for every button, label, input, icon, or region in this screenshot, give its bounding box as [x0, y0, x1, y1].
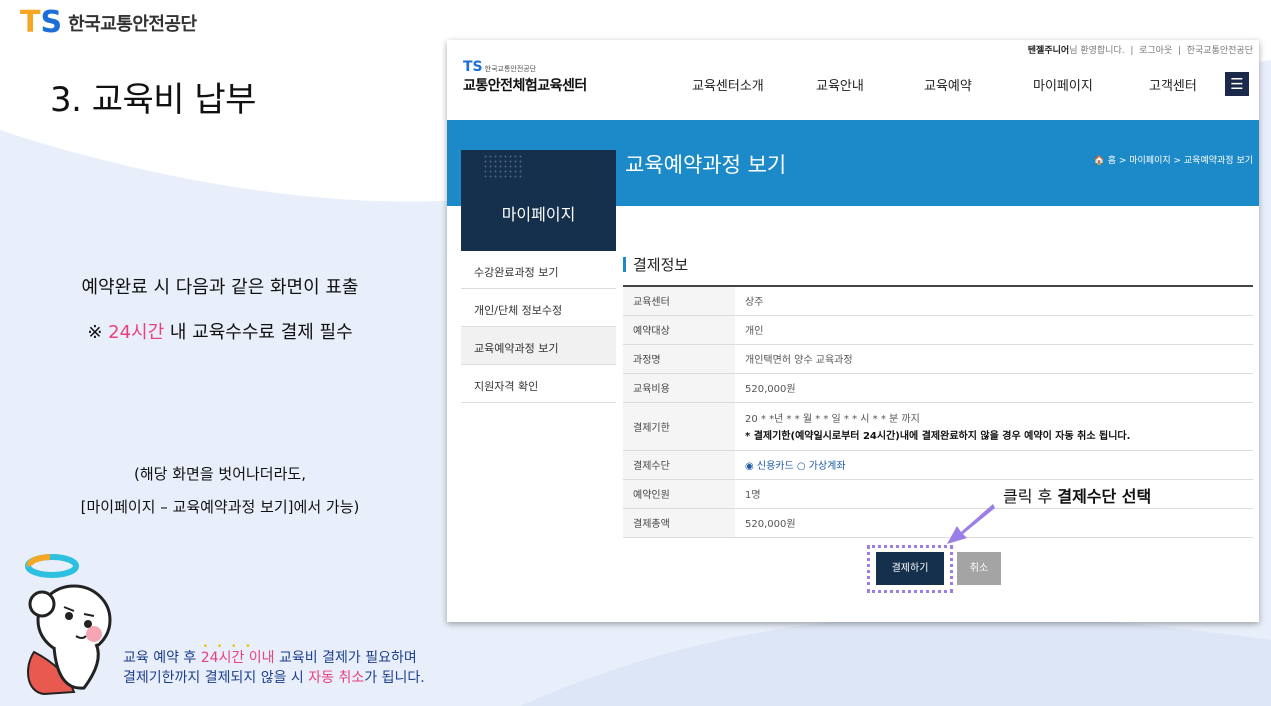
sidebar-title-text: 마이페이지: [501, 205, 576, 224]
ts-logo-icon: TS: [20, 8, 62, 38]
table-row: 결제수단 ◉ 신용카드 ○ 가상계좌: [623, 450, 1253, 480]
deadline-warning: * 결제기한(예약일시로부터 24시간)내에 결제완료하지 않을 경우 예약이 …: [745, 431, 1131, 442]
pointer-arrow-icon: [947, 504, 995, 544]
deadline-value: 20 * *년 * * 월 * * 일 * * 시 * * 분 까지: [745, 414, 920, 425]
sidebar-item-booked-courses[interactable]: 교육예약과정 보기: [461, 327, 616, 365]
site-logo-center: 교통안전체험교육센터: [463, 78, 587, 94]
page-title: 교육예약과정 보기: [625, 153, 787, 177]
util-divider: |: [1175, 46, 1184, 56]
sidebar-item-profile-edit[interactable]: 개인/단체 정보수정: [461, 289, 616, 327]
embedded-screenshot: 텐젤주니어님 환영합니다. | 로그아웃 | 한국교통안전공단 TS 한국교통안전…: [447, 40, 1259, 622]
table-row: 교육비용 520,000원: [623, 373, 1253, 403]
row-value: 520,000원: [735, 373, 1253, 403]
desc-suffix: 내 교육수수료 결제 필수: [164, 322, 353, 343]
brand-name: 한국교통안전공단: [68, 14, 197, 35]
footnote-highlight-24h: • • • • 24시간 이내: [201, 642, 275, 666]
footnote: 교육 예약 후 • • • • 24시간 이내 교육비 결제가 필요하며 결제기한…: [123, 642, 425, 688]
emphasis-dots: • • • •: [202, 642, 254, 652]
sidebar-item-eligibility[interactable]: 지원자격 확인: [461, 365, 616, 403]
row-value: 상주: [735, 286, 1253, 316]
table-row: 결제기한 20 * *년 * * 월 * * 일 * * 시 * * 분 까지 * …: [623, 402, 1253, 451]
table-row: 결제총액 520,000원: [623, 508, 1253, 538]
welcome-text: 님 환영합니다.: [1069, 46, 1125, 56]
footnote-text-f: 가 됩니다.: [364, 670, 425, 686]
section-title-text: 결제정보: [633, 256, 689, 274]
footnote-text-c: 교육비 결제가 필요하며: [274, 650, 417, 666]
row-label: 예약대상: [623, 315, 735, 345]
desc-prefix: ※: [87, 322, 109, 343]
gnb-item-education-info[interactable]: 교육안내: [816, 75, 864, 94]
note-line-2: [마이페이지 – 교육예약과정 보기]에서 가능): [80, 498, 360, 516]
section-title-bar: [623, 257, 626, 272]
table-row: 예약인원 1명: [623, 479, 1253, 509]
note-line-1: (해당 화면을 벗어나더라도,: [134, 465, 306, 483]
hamburger-menu-icon[interactable]: ☰: [1225, 72, 1249, 96]
footnote-text-a: 교육 예약 후: [123, 650, 201, 666]
desc-highlight: 24시간: [108, 322, 165, 343]
row-label: 교육비용: [623, 373, 735, 403]
footnote-line-2: 결제기한까지 결제되지 않을 시 자동 취소가 됩니다.: [123, 668, 425, 688]
pay-button[interactable]: 결제하기: [876, 552, 944, 585]
gnb-item-customer-center[interactable]: 고객센터: [1149, 75, 1197, 94]
gnb-item-center-intro[interactable]: 교육센터소개: [692, 75, 764, 94]
breadcrumb: 🏠 홈 > 마이페이지 > 교육예약과정 보기: [1093, 156, 1253, 166]
table-row: 과정명 개인택면허 양수 교육과정: [623, 344, 1253, 374]
mascot-icon: [25, 554, 112, 696]
util-bar: 텐젤주니어님 환영합니다. | 로그아웃 | 한국교통안전공단: [1028, 43, 1253, 56]
logout-link[interactable]: 로그아웃: [1139, 46, 1172, 56]
callout-prefix: 클릭 후: [1003, 487, 1058, 506]
org-link[interactable]: 한국교통안전공단: [1187, 46, 1253, 56]
table-row: 교육센터 상주: [623, 286, 1253, 316]
callout-text: 클릭 후 결제수단 선택: [1003, 483, 1151, 507]
site-logo-org: 한국교통안전공단: [484, 65, 537, 73]
row-label: 예약인원: [623, 479, 735, 509]
row-label: 결제기한: [623, 402, 735, 451]
section-title: 결제정보: [623, 254, 688, 275]
ts-logo-t: T: [20, 5, 41, 40]
brand-logo: TS 한국교통안전공단: [20, 8, 197, 38]
dot-pattern-decoration: [483, 154, 523, 178]
description-line-1: 예약완료 시 다음과 같은 화면이 표출: [81, 277, 359, 298]
sidebar-title: 마이페이지: [461, 150, 616, 251]
sidebar-item-completed-courses[interactable]: 수강완료과정 보기: [461, 251, 616, 289]
row-label: 결제총액: [623, 508, 735, 538]
description-line-2: ※ 24시간 내 교육수수료 결제 필수: [20, 318, 420, 344]
slide-title: 3. 교육비 납부: [50, 80, 256, 120]
util-divider: |: [1127, 46, 1137, 56]
table-row: 예약대상 개인: [623, 315, 1253, 345]
footnote-highlight-cancel: 자동 취소: [308, 670, 365, 686]
ts-logo-s: S: [40, 5, 63, 40]
row-value: 개인택면허 양수 교육과정: [735, 344, 1253, 374]
footnote-text-d: 결제기한까지 결제되지 않을 시: [123, 670, 309, 686]
site-logo[interactable]: TS 한국교통안전공단 교통안전체험교육센터: [463, 56, 587, 95]
site-logo-ts: TS: [463, 59, 483, 75]
row-label: 교육센터: [623, 286, 735, 316]
cancel-button[interactable]: 취소: [957, 552, 1001, 585]
row-value: 20 * *년 * * 월 * * 일 * * 시 * * 분 까지 * 결제기한…: [735, 402, 1253, 451]
payment-method-radio-group[interactable]: ◉ 신용카드 ○ 가상계좌: [735, 450, 1253, 480]
row-value: 개인: [735, 315, 1253, 345]
row-label: 결제수단: [623, 450, 735, 480]
sidebar-menu: 수강완료과정 보기 개인/단체 정보수정 교육예약과정 보기 지원자격 확인: [461, 251, 616, 403]
gnb-item-mypage[interactable]: 마이페이지: [1033, 75, 1093, 94]
row-label: 과정명: [623, 344, 735, 374]
payment-info-table: 교육센터 상주 예약대상 개인 과정명 개인택면허 양수 교육과정 교육비용 520,0…: [623, 285, 1253, 538]
callout-bold: 결제수단 선택: [1057, 487, 1152, 506]
gnb-item-education-booking[interactable]: 교육예약: [924, 75, 972, 94]
user-name: 텐젤주니어: [1027, 46, 1070, 56]
footnote-line-1: 교육 예약 후 • • • • 24시간 이내 교육비 결제가 필요하며: [123, 642, 425, 668]
